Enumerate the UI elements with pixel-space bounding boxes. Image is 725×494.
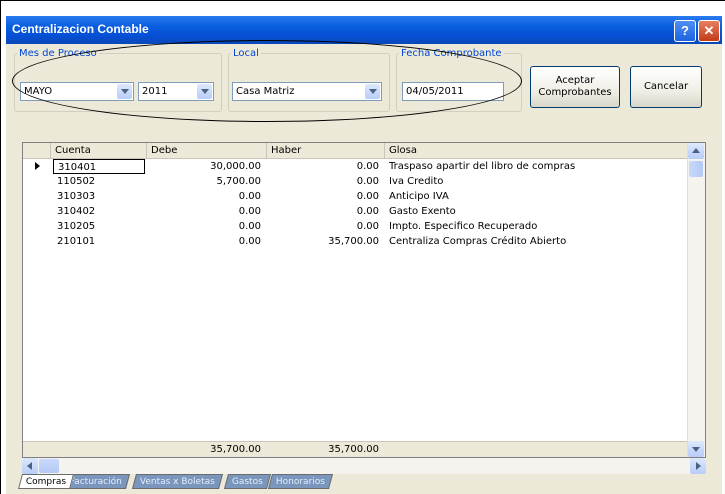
tab-honorarios[interactable]: Honorarios [267, 474, 334, 489]
year-select[interactable]: 2011 [138, 82, 214, 101]
scroll-up-icon[interactable] [688, 143, 704, 159]
cell-haber[interactable]: 0.00 [267, 174, 385, 189]
table-row[interactable]: 310402 0.00 0.00 Gasto Exento [23, 204, 689, 219]
tab-facturacion-label: Facturación [69, 477, 122, 487]
close-button[interactable]: ✕ [698, 20, 720, 42]
frame-line-top [0, 0, 725, 1]
cell-glosa[interactable]: Anticipo IVA [385, 189, 689, 204]
help-icon: ? [681, 23, 689, 38]
accounts-grid[interactable]: Cuenta Debe Haber Glosa 310401 30,000.00… [22, 142, 706, 458]
tab-gastos-label: Gastos [231, 477, 263, 487]
scroll-right-icon[interactable] [690, 458, 706, 474]
horizontal-scrollbar[interactable] [22, 458, 706, 474]
year-value: 2011 [142, 86, 168, 97]
cell-glosa[interactable]: Iva Credito [385, 174, 689, 189]
aceptar-label-1: Aceptar [555, 75, 595, 86]
cell-haber[interactable]: 0.00 [267, 204, 385, 219]
tab-ventas-boletas[interactable]: Ventas x Boletas [131, 474, 223, 489]
cell-debe[interactable]: 5,700.00 [147, 174, 267, 189]
table-row[interactable]: 310303 0.00 0.00 Anticipo IVA [23, 189, 689, 204]
table-row[interactable]: 310205 0.00 0.00 Impto. Especifico Recup… [23, 219, 689, 234]
cell-haber[interactable]: 0.00 [267, 189, 385, 204]
tab-ventas-boletas-label: Ventas x Boletas [139, 477, 215, 487]
grid-header: Cuenta Debe Haber Glosa [23, 143, 689, 159]
month-value: MAYO [24, 86, 53, 97]
local-select[interactable]: Casa Matriz [232, 82, 382, 101]
cell-cuenta[interactable]: 210101 [53, 234, 145, 249]
chevron-down-icon[interactable] [197, 84, 212, 99]
local-legend: Local [233, 48, 259, 59]
chevron-down-icon[interactable] [117, 84, 132, 99]
tab-gastos[interactable]: Gastos [223, 474, 271, 489]
month-select[interactable]: MAYO [20, 82, 134, 101]
scroll-down-icon[interactable] [688, 441, 704, 457]
window-title: Centralizacion Contable [12, 22, 149, 36]
dialog-window: Centralizacion Contable ? ✕ Mes de Proce… [6, 16, 722, 494]
local-group: Local [228, 48, 390, 112]
cell-glosa[interactable]: Impto. Especifico Recuperado [385, 219, 689, 234]
scroll-left-icon[interactable] [22, 458, 38, 474]
help-button[interactable]: ? [674, 20, 696, 42]
cell-debe[interactable]: 0.00 [147, 219, 267, 234]
grid-totals-row: 35,700.00 35,700.00 [23, 441, 689, 457]
cell-haber[interactable]: 0.00 [267, 219, 385, 234]
cell-cuenta[interactable]: 310303 [53, 189, 145, 204]
local-value: Casa Matriz [236, 86, 295, 97]
horizontal-scroll-thumb[interactable] [39, 459, 59, 473]
table-row[interactable]: 310401 30,000.00 0.00 Traspaso apartir d… [23, 159, 689, 174]
fecha-value: 04/05/2011 [406, 86, 464, 97]
cell-glosa[interactable]: Centraliza Compras Crédito Abierto [385, 234, 689, 249]
fecha-input[interactable]: 04/05/2011 [402, 82, 504, 101]
cell-debe[interactable]: 0.00 [147, 204, 267, 219]
sheet-tabs: Compras Facturación Ventas x Boletas Gas… [17, 474, 720, 490]
tab-compras-label: Compras [25, 477, 67, 487]
cell-debe[interactable]: 0.00 [147, 234, 267, 249]
cell-cuenta[interactable]: 110502 [53, 174, 145, 189]
cell-glosa[interactable]: Traspaso apartir del libro de compras [385, 159, 689, 174]
cell-debe[interactable]: 0.00 [147, 189, 267, 204]
cell-cuenta[interactable]: 310402 [53, 204, 145, 219]
cell-glosa[interactable]: Gasto Exento [385, 204, 689, 219]
cancelar-button[interactable]: Cancelar [630, 66, 702, 108]
table-row[interactable]: 110502 5,700.00 0.00 Iva Credito [23, 174, 689, 189]
tab-honorarios-label: Honorarios [275, 477, 325, 487]
column-header-cuenta[interactable]: Cuenta [51, 143, 147, 158]
chevron-down-icon[interactable] [365, 84, 380, 99]
mes-proceso-group: Mes de Proceso [14, 48, 222, 112]
table-row[interactable]: 210101 0.00 35,700.00 Centraliza Compras… [23, 234, 689, 249]
tab-compras[interactable]: Compras [17, 474, 75, 489]
cell-cuenta[interactable]: 310401 [53, 159, 145, 174]
grid-header-indicator [23, 143, 51, 158]
fecha-group: Fecha Comprobante [396, 48, 522, 112]
vertical-scrollbar[interactable] [687, 143, 705, 457]
frame-line-left [0, 0, 1, 494]
close-icon: ✕ [703, 23, 715, 38]
current-row-arrow-icon [35, 162, 40, 170]
scroll-thumb[interactable] [689, 161, 703, 177]
cancelar-label: Cancelar [643, 81, 689, 92]
cell-cuenta[interactable]: 310205 [53, 219, 145, 234]
row-indicator [23, 159, 51, 174]
column-header-debe[interactable]: Debe [147, 143, 267, 158]
mes-proceso-legend: Mes de Proceso [19, 48, 97, 59]
aceptar-label-2: Comprobantes [538, 87, 612, 98]
column-header-haber[interactable]: Haber [267, 143, 385, 158]
total-debe: 35,700.00 [210, 444, 261, 455]
total-haber: 35,700.00 [328, 444, 379, 455]
cell-haber[interactable]: 35,700.00 [267, 234, 385, 249]
title-bar[interactable]: Centralizacion Contable ? ✕ [6, 16, 722, 44]
cell-haber[interactable]: 0.00 [267, 159, 385, 174]
aceptar-comprobantes-button[interactable]: Aceptar Comprobantes [530, 66, 620, 108]
cell-debe[interactable]: 30,000.00 [147, 159, 267, 174]
fecha-legend: Fecha Comprobante [401, 48, 502, 59]
column-header-glosa[interactable]: Glosa [385, 143, 689, 158]
